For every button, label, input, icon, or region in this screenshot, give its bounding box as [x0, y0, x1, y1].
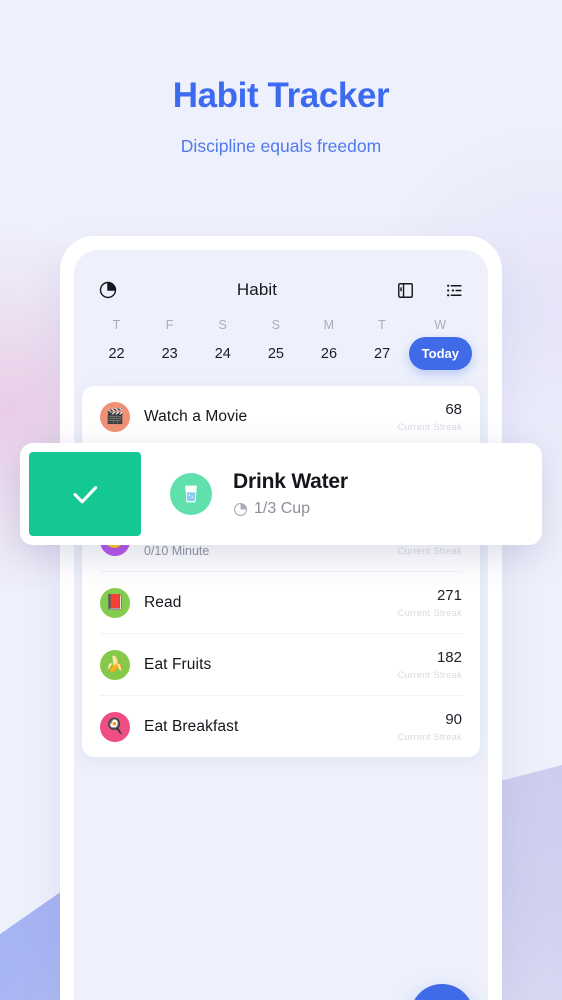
- habit-text: Watch a Movie: [144, 408, 397, 426]
- habit-list: 🎬Watch a Movie68Current Streak🥛Drink Wat…: [82, 386, 480, 757]
- habit-text: Read: [144, 594, 397, 612]
- habit-streak-block: 182 Current Streak: [397, 649, 462, 681]
- habit-text: Eat Breakfast: [144, 718, 397, 736]
- page-subtitle: Discipline equals freedom: [180, 136, 382, 156]
- pie-chart-icon[interactable]: [98, 280, 118, 300]
- week-day-number: 24: [214, 346, 231, 362]
- week-day-6[interactable]: T 27: [356, 318, 409, 370]
- progress-pie-icon: [234, 502, 247, 516]
- app-title: Habit: [236, 280, 278, 299]
- habit-name: Eat Fruits: [144, 655, 212, 673]
- habit-row[interactable]: 📕 Read 271 Current Streak: [82, 572, 480, 633]
- week-day-letter: W: [434, 318, 447, 332]
- water-glass-glyph: [185, 485, 197, 503]
- breakfast-egg-icon: 🍳: [100, 711, 130, 742]
- movie-clapper-icon: 🎬: [100, 401, 130, 432]
- app-screen: Habit T 22 F 23 S 24 S 25 M 26 T 27 W To…: [74, 250, 488, 1000]
- habit-streak-block: 90 Current Streak: [397, 711, 462, 743]
- habit-streak-block: 271 Current Streak: [397, 587, 462, 619]
- drag-card-title: Drink Water: [233, 470, 348, 493]
- week-day-5[interactable]: M 26: [302, 318, 355, 370]
- streak-label: Current Streak: [397, 545, 462, 557]
- week-day-number: 27: [374, 346, 391, 362]
- streak-count: 182: [436, 648, 462, 666]
- streak-label: Current Streak: [397, 669, 462, 681]
- week-day-number: 22: [108, 346, 125, 362]
- habit-progress: 0/10 Minute: [144, 544, 210, 558]
- habit-row[interactable]: 🎬 Watch a Movie 68 Current Streak: [82, 386, 480, 447]
- streak-count: 90: [445, 710, 462, 728]
- habit-streak-block: 68 Current Streak: [397, 401, 462, 433]
- habit-row[interactable]: 🍳 Eat Breakfast 90 Current Streak: [82, 696, 480, 757]
- week-strip: T 22 F 23 S 24 S 25 M 26 T 27 W Today: [74, 312, 488, 386]
- streak-label: Current Streak: [397, 607, 462, 619]
- today-pill[interactable]: Today: [408, 337, 472, 370]
- habit-name: Eat Breakfast: [144, 717, 239, 735]
- water-glass-icon: [170, 473, 212, 515]
- page-title: Habit Tracker: [172, 76, 390, 115]
- week-day-letter: M: [323, 318, 335, 332]
- week-day-letter: S: [218, 318, 228, 332]
- book-icon: 📕: [100, 587, 130, 618]
- phone-mockup: Habit T 22 F 23 S 24 S 25 M 26 T 27 W To…: [60, 236, 502, 1000]
- habit-complete-checkbox[interactable]: [29, 452, 141, 536]
- app-bar: Habit: [74, 250, 488, 312]
- week-day-2[interactable]: F 23: [143, 318, 196, 370]
- streak-label: Current Streak: [397, 421, 462, 433]
- habit-text: Eat Fruits: [144, 656, 397, 674]
- week-day-4[interactable]: S 25: [249, 318, 302, 370]
- week-day-3[interactable]: S 24: [196, 318, 249, 370]
- drag-habit-card[interactable]: Drink Water 1/3 Cup: [20, 443, 542, 545]
- drag-card-sub-text: 1/3 Cup: [254, 500, 311, 517]
- week-day-letter: T: [378, 318, 387, 332]
- list-bullets-icon[interactable]: [445, 281, 464, 300]
- week-day-7[interactable]: W Today: [408, 318, 472, 370]
- streak-count: 68: [445, 400, 462, 418]
- week-day-letter: F: [165, 318, 174, 332]
- drag-card-text: Drink Water 1/3 Cup: [233, 470, 348, 518]
- habit-name: Watch a Movie: [144, 407, 248, 425]
- add-habit-fab[interactable]: [410, 984, 474, 1000]
- week-day-number: 25: [267, 346, 284, 362]
- week-day-number: 23: [161, 346, 178, 362]
- week-day-letter: T: [112, 318, 121, 332]
- week-day-1[interactable]: T 22: [90, 318, 143, 370]
- habit-name: Read: [144, 593, 182, 611]
- drag-card-subtitle: 1/3 Cup: [233, 500, 348, 518]
- habit-row[interactable]: 🍌 Eat Fruits 182 Current Streak: [82, 634, 480, 695]
- streak-count: 271: [436, 586, 462, 604]
- streak-label: Current Streak: [397, 731, 462, 743]
- banana-icon: 🍌: [100, 649, 130, 680]
- week-day-letter: S: [271, 318, 281, 332]
- week-day-number: 26: [320, 346, 338, 362]
- panel-layout-icon[interactable]: [396, 281, 415, 300]
- promo-header: Habit Tracker Discipline equals freedom: [0, 0, 562, 157]
- check-icon: [73, 486, 98, 504]
